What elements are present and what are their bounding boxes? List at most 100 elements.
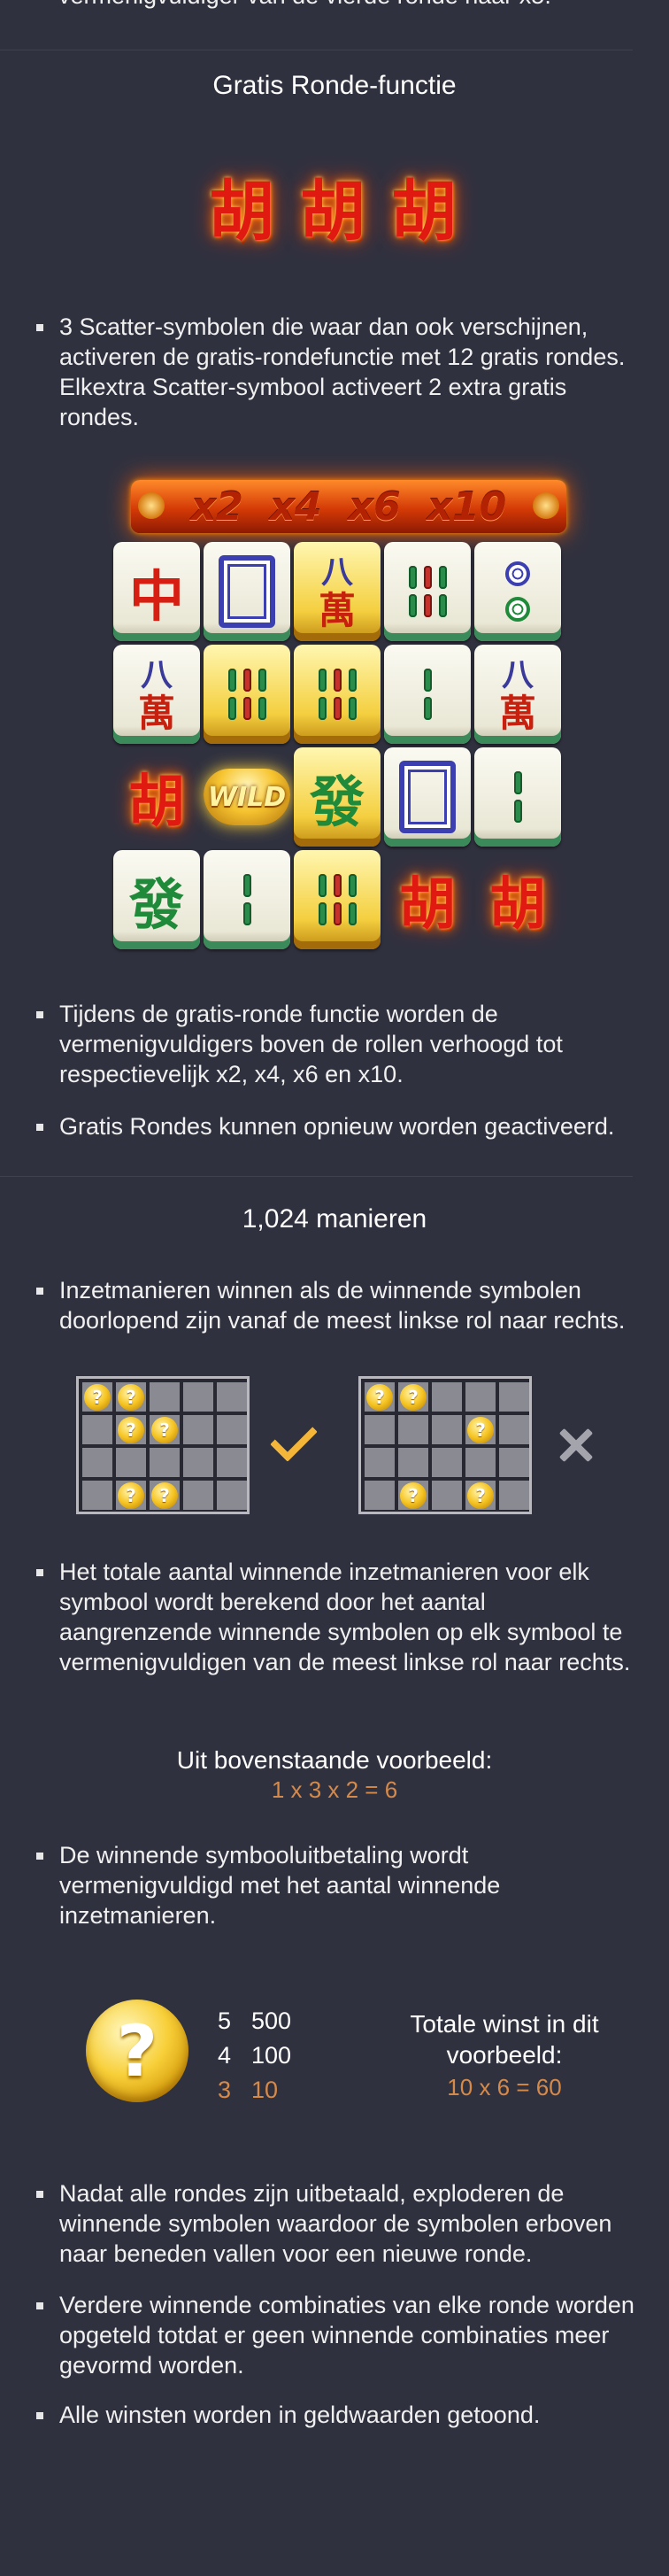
mystery-symbol-icon: ? — [86, 2000, 188, 2102]
total-win-label: Totale winst in dit voorbeeld: — [410, 2010, 599, 2069]
example-cell — [150, 1382, 180, 1412]
white-dragon-frame-icon — [219, 555, 275, 628]
example-cell — [465, 1382, 496, 1412]
wan-glyph: 萬 — [318, 589, 356, 632]
banner-cap-left — [138, 492, 165, 519]
eight-characters-glyph: 八萬 — [138, 655, 175, 733]
example-cell — [365, 1415, 395, 1444]
free-spins-heading: Gratis Ronde-functie — [212, 71, 457, 100]
example-cell: ? — [398, 1382, 428, 1412]
paytable-count: 5 — [218, 2007, 232, 2034]
paytable-value: 500 — [251, 2007, 292, 2034]
mystery-coin-icon: ? — [84, 1383, 111, 1411]
example-cell — [116, 1448, 146, 1477]
wan-glyph: 萬 — [137, 692, 175, 735]
example-cell — [398, 1448, 428, 1477]
paytable-value: 100 — [251, 2042, 292, 2069]
invalid-way-example: ????? — [358, 1376, 532, 1514]
eight-characters-gold-tile: 八萬 — [294, 542, 381, 641]
example-cell: ? — [365, 1382, 395, 1412]
example-cell — [432, 1481, 462, 1510]
eight-characters-tile: 八萬 — [474, 645, 561, 744]
example-cell — [217, 1481, 247, 1510]
example-cell — [432, 1448, 462, 1477]
paytable-row-4: 4 100 — [218, 2042, 291, 2069]
scatter-glyph: 胡 — [399, 871, 456, 938]
paytable-value: 10 — [251, 2077, 279, 2103]
example-cell: ? — [465, 1415, 496, 1444]
scatter-tile: 胡 — [113, 747, 200, 847]
mystery-coin-icon: ? — [118, 1416, 144, 1443]
ways-bullet-2: Het totale aantal winnende inzetmanieren… — [36, 1557, 634, 1677]
example-cell: ? — [116, 1481, 146, 1510]
paytable-row-5: 5 500 — [218, 2007, 291, 2035]
example-cell — [82, 1448, 112, 1477]
multiplier-x6: x6 — [348, 483, 401, 530]
circles-icon — [505, 561, 530, 622]
mystery-coin-icon: ? — [366, 1383, 393, 1411]
bamboo-icon — [318, 874, 357, 925]
bamboo-icon — [242, 874, 251, 925]
example-title: Uit bovenstaande voorbeeld: — [176, 1746, 493, 1774]
example-cell — [217, 1415, 247, 1444]
example-cell: ? — [82, 1382, 112, 1412]
bamboo-tile — [384, 542, 471, 641]
example-cell — [183, 1415, 213, 1444]
example-cell — [398, 1415, 428, 1444]
bamboo-gold-tile — [294, 850, 381, 949]
multiplier-x10: x10 — [427, 483, 507, 530]
example-cell — [365, 1481, 395, 1510]
bamboo-gold-tile — [294, 645, 381, 744]
paytable-row-3: 3 10 — [218, 2077, 278, 2104]
ways-bullet-4: Nadat alle rondes zijn uitbetaald, explo… — [36, 2178, 634, 2269]
ways-bullet-1: Inzetmanieren winnen als de winnende sym… — [36, 1275, 634, 1335]
scatter-icon: 胡 — [209, 173, 274, 250]
scatter-icon: 胡 — [300, 173, 365, 250]
wild-label: WILD — [207, 781, 287, 813]
example-cell — [150, 1448, 180, 1477]
example-cell — [183, 1448, 213, 1477]
free-spins-bullet-1: 3 Scatter-symbolen die waar dan ook vers… — [36, 312, 634, 432]
two-bamboo-tile — [474, 747, 561, 847]
eight-glyph: 八 — [320, 553, 353, 591]
mystery-coin-icon: ? — [118, 1481, 144, 1509]
multiplier-x4: x4 — [269, 483, 322, 530]
bamboo-icon — [423, 669, 432, 720]
example-cell — [465, 1448, 496, 1477]
section-divider-middle — [0, 1176, 633, 1177]
eight-characters-tile: 八萬 — [113, 645, 200, 744]
wan-glyph: 萬 — [498, 692, 536, 735]
example-cell — [499, 1481, 529, 1510]
valid-way-example: ?????? — [76, 1376, 250, 1514]
scatter-glyph: 胡 — [489, 871, 546, 938]
example-cell — [499, 1382, 529, 1412]
wild-ingot-icon: WILD — [204, 769, 290, 825]
two-bamboo-tile — [204, 850, 290, 949]
example-cell — [82, 1481, 112, 1510]
bamboo-gold-tile — [204, 645, 290, 744]
eight-characters-glyph: 八萬 — [319, 553, 356, 630]
scatter-icon: 胡 — [391, 173, 457, 250]
scatter-glyph: 胡 — [128, 769, 185, 835]
example-cell: ? — [150, 1481, 180, 1510]
example-cell — [499, 1415, 529, 1444]
multiplier-banner: x2 x4 x6 x10 — [131, 480, 566, 533]
green-dragon-glyph: 發 — [309, 770, 365, 834]
two-circles-tile — [474, 542, 561, 641]
bamboo-icon — [513, 771, 522, 823]
green-dragon-gold-tile: 發 — [294, 747, 381, 847]
red-dragon-glyph: 中 — [128, 564, 184, 629]
wild-tile: WILD — [204, 747, 290, 847]
previous-section-text: vermenigvuldiger van de vierde ronde naa… — [58, 0, 625, 11]
mystery-coin-icon: ? — [151, 1416, 178, 1443]
banner-cap-right — [533, 492, 559, 519]
example-cell: ? — [150, 1415, 180, 1444]
mystery-coin-icon: ? — [400, 1383, 427, 1411]
white-dragon-tile — [384, 747, 471, 847]
scatter-tile: 胡 — [384, 850, 471, 949]
ways-heading: 1,024 manieren — [242, 1204, 427, 1234]
example-cell — [365, 1448, 395, 1477]
green-dragon-tile: 發 — [113, 850, 200, 949]
ways-bullet-5: Verdere winnende combinaties van elke ro… — [36, 2292, 634, 2379]
example-cell: ? — [116, 1382, 146, 1412]
